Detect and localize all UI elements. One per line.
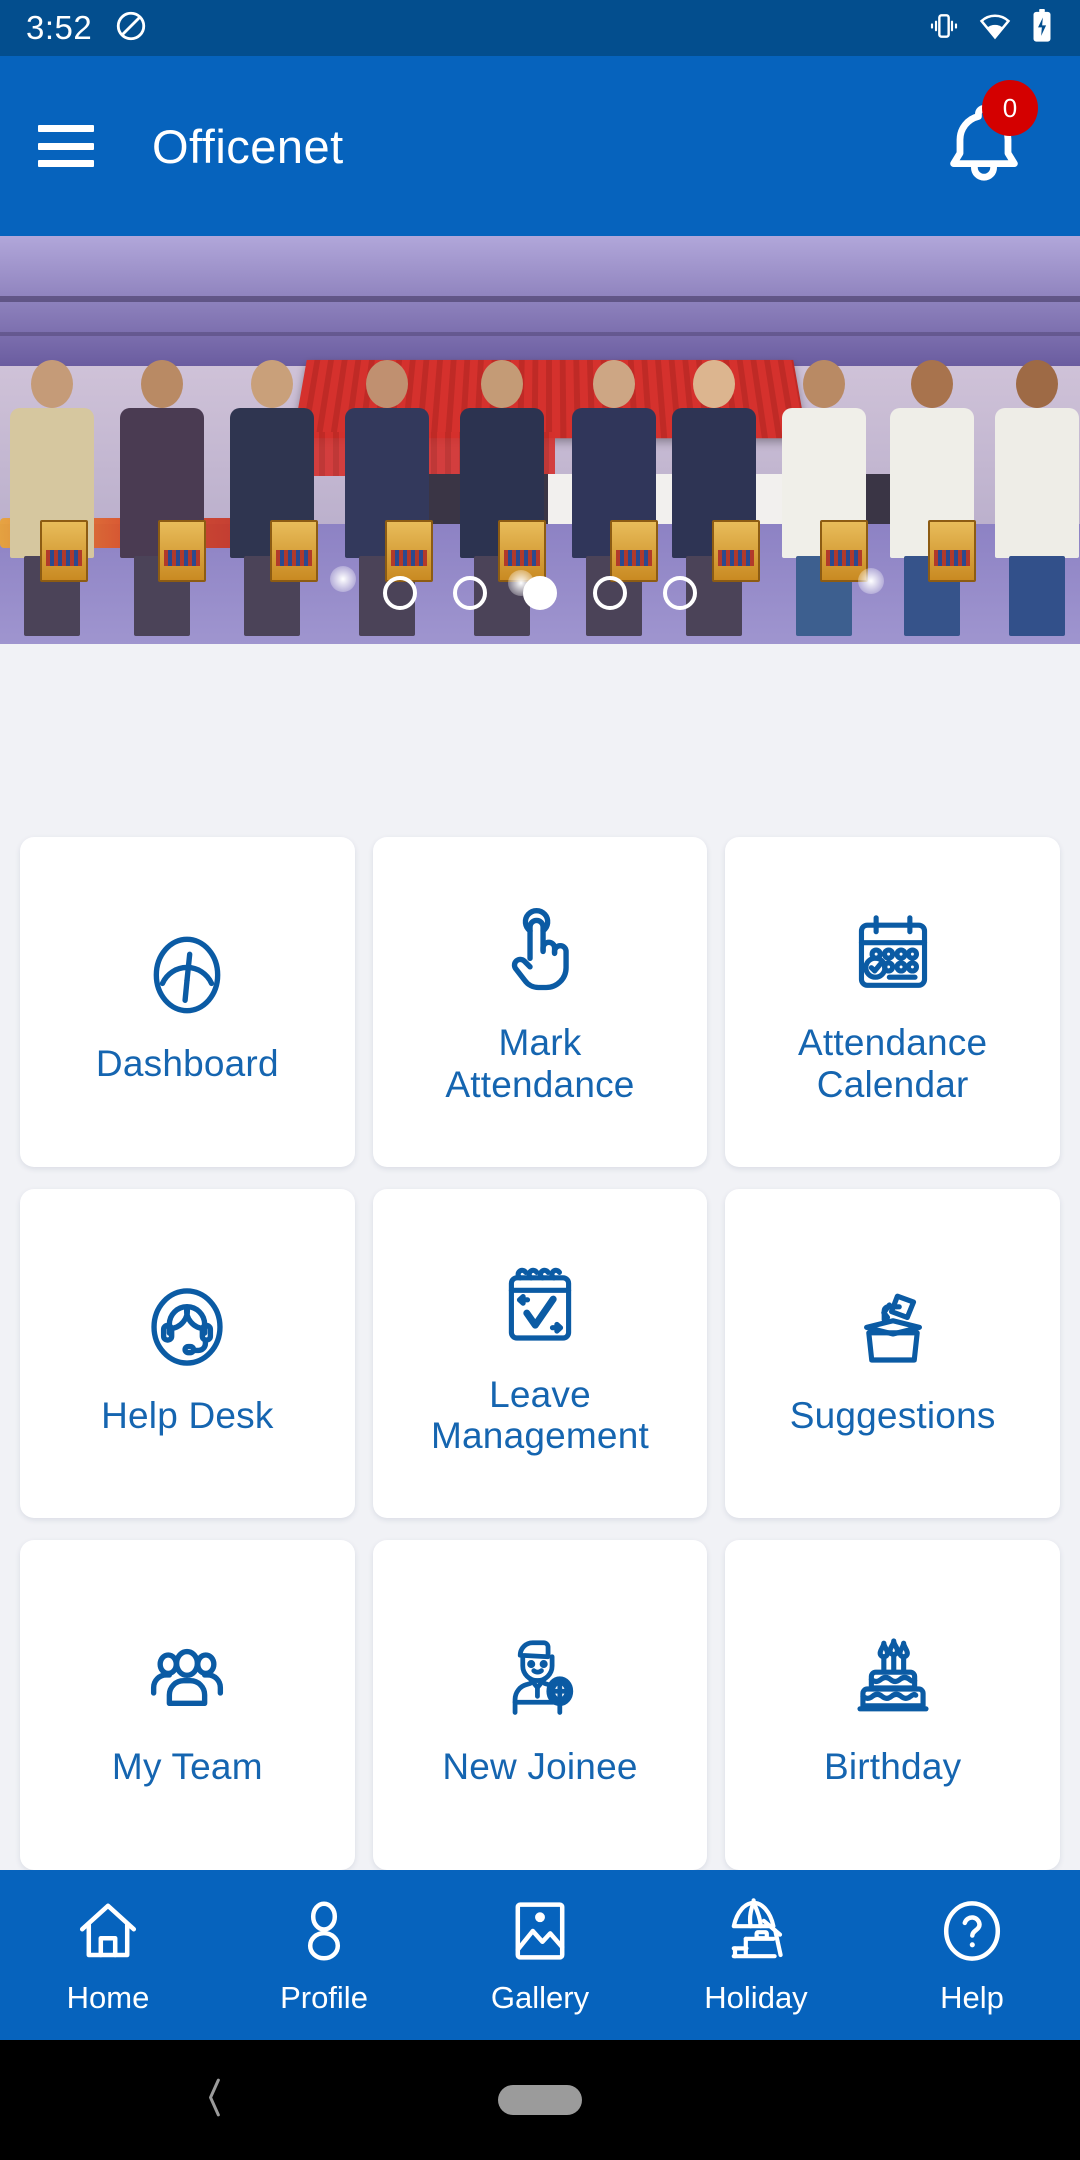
headset-support-icon [141,1272,233,1382]
status-bar-clock: 3:52 [26,9,93,46]
nav-item-gallery[interactable]: Gallery [432,1895,648,2016]
nav-label: Gallery [490,1979,590,2015]
question-circle-icon [936,1895,1008,1972]
hamburger-line [38,125,94,132]
tile-leave-management[interactable]: Leave Management [372,1188,708,1519]
photo-book [270,520,318,582]
photo-truss [0,332,1080,336]
status-bar-left-icons [114,9,148,48]
tile-label: Birthday [823,1746,962,1788]
notification-badge: 0 [982,80,1038,136]
tile-label: My Team [111,1746,263,1788]
notification-button[interactable]: 0 [936,80,1038,194]
nav-label: Home [66,1979,150,2015]
page-title: Officenet [152,119,344,173]
tile-my-team[interactable]: My Team [20,1540,355,1870]
beach-umbrella-icon [720,1895,792,1972]
pointing-hand-icon [494,898,586,1008]
home-icon [72,1895,144,1972]
status-bar: 3:52 [0,0,1080,56]
people-group-icon [141,1623,233,1733]
hamburger-line [38,160,94,167]
tile-help-desk[interactable]: Help Desk [20,1188,355,1519]
carousel-dot-3[interactable] [523,576,557,610]
app-header: Officenet 0 [0,56,1080,236]
tile-label: Help Desk [101,1394,274,1436]
home-pill-indicator[interactable] [498,2085,582,2115]
tile-dashboard[interactable]: Dashboard [20,837,355,1167]
carousel-dot-1[interactable] [383,576,417,610]
new-employee-icon [496,1623,584,1733]
nav-label: Holiday [704,1979,808,2015]
android-navigation-bar [0,2040,1080,2160]
tile-label: Leave Management [431,1374,649,1457]
hamburger-line [38,142,94,150]
photo-book [712,520,760,582]
photo-book [928,520,976,582]
tile-label: Mark Attendance [445,1022,635,1105]
hamburger-menu-icon[interactable] [38,125,94,167]
wifi-icon [978,9,1012,48]
tile-birthday[interactable]: Birthday [725,1540,1060,1870]
photo-book [385,520,433,582]
carousel-dot-2[interactable] [453,576,487,610]
nav-item-holiday[interactable]: Holiday [648,1895,864,2016]
birthday-cake-icon [849,1623,937,1733]
suggestion-box-icon [849,1272,937,1382]
tile-mark-attendance[interactable]: Mark Attendance [372,837,708,1167]
do-not-disturb-icon [114,9,148,48]
battery-charging-icon [1030,8,1054,48]
carousel-indicators [0,576,1080,610]
vibrate-icon [928,10,960,47]
bottom-navigation: Home Profile Gallery Holiday Help [0,1870,1080,2040]
photo-book [158,520,206,582]
tile-label: Suggestions [789,1394,996,1436]
photo-book [610,520,658,582]
feature-grid: Dashboard Mark Attendance Attendance Cal… [0,815,1080,1870]
carousel-dot-5[interactable] [663,576,697,610]
nav-label: Profile [280,1979,368,2015]
nav-item-home[interactable]: Home [0,1895,216,2016]
nav-item-help[interactable]: Help [864,1895,1080,2016]
tile-attendance-calendar[interactable]: Attendance Calendar [725,837,1060,1167]
image-icon [504,1895,576,1972]
photo-truss [0,296,1080,302]
carousel-dot-4[interactable] [593,576,627,610]
back-chevron-icon[interactable] [196,2072,232,2129]
tile-label: Attendance Calendar [798,1022,988,1105]
tile-new-joinee[interactable]: New Joinee [372,1540,708,1870]
tile-suggestions[interactable]: Suggestions [725,1188,1060,1519]
photo-book [40,520,88,582]
phone-screen: 3:52 Officenet 0 Dashboard Mark Attendan… [0,0,1080,2160]
tile-label: New Joinee [442,1746,638,1788]
tile-label: Dashboard [95,1042,279,1084]
person-icon [288,1895,360,1972]
nav-label: Help [940,1979,1004,2015]
speedometer-icon [141,920,233,1030]
calendar-check-icon [849,898,937,1008]
image-carousel[interactable] [0,236,1080,644]
notepad-check-icon [496,1250,584,1360]
photo-person [995,360,1079,636]
status-bar-right-icons [928,8,1054,48]
nav-item-profile[interactable]: Profile [216,1895,432,2016]
